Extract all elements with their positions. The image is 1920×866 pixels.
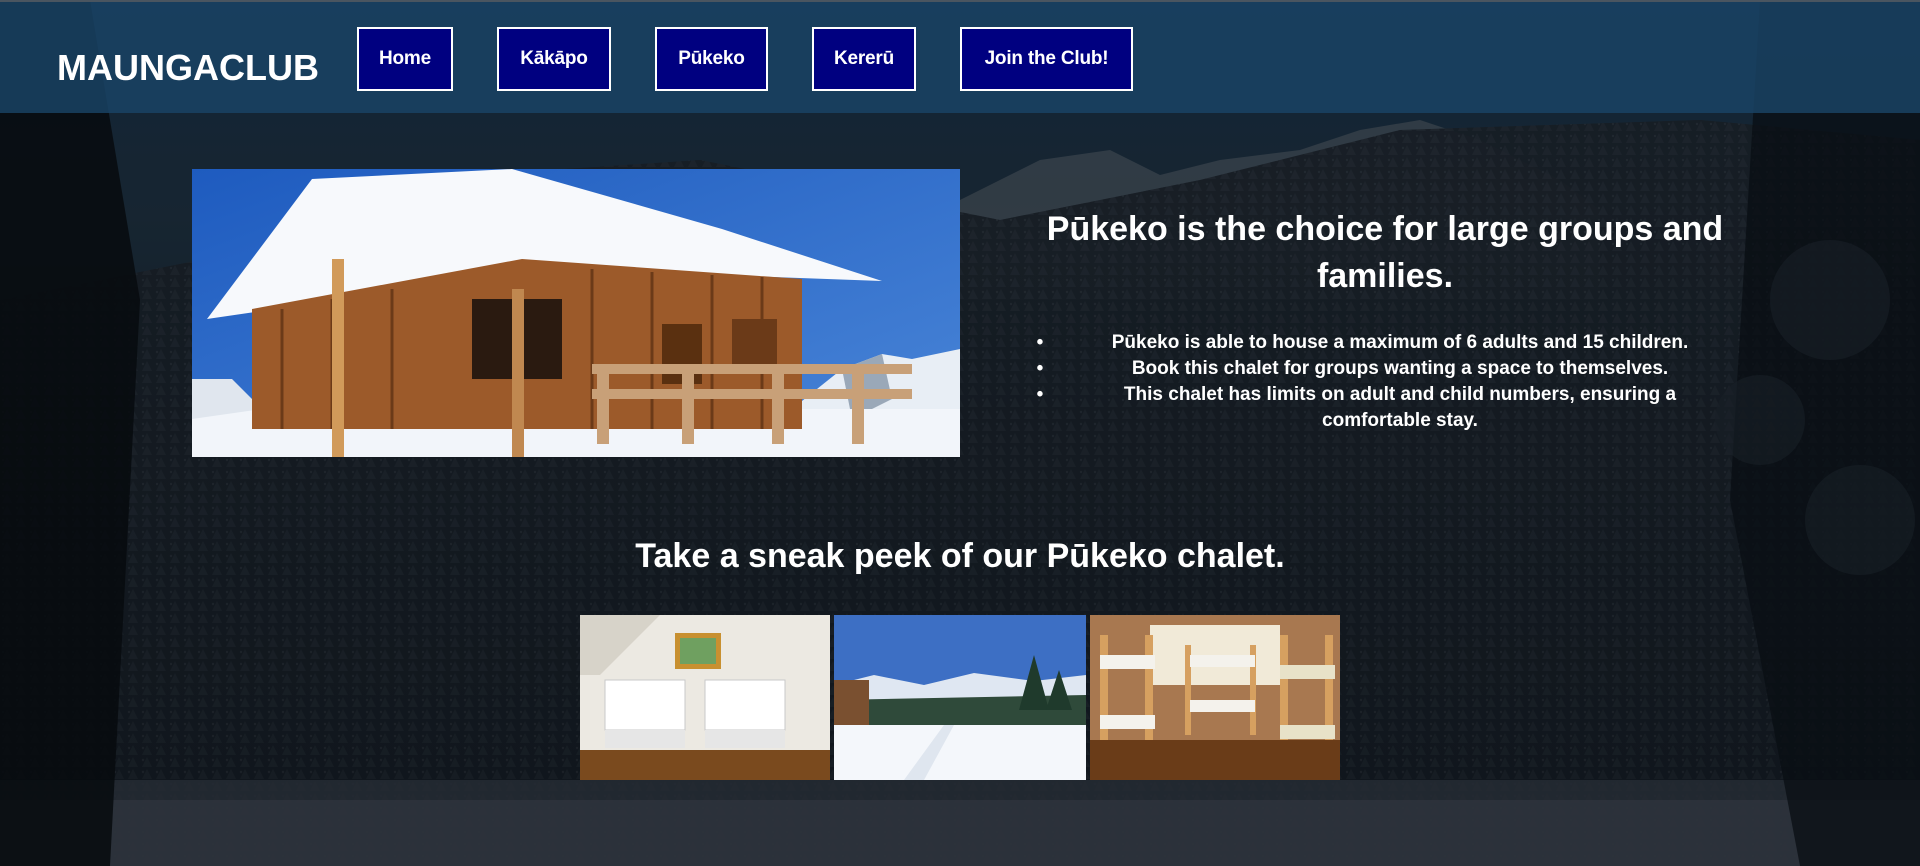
gallery-title: Take a sneak peek of our Pūkeko chalet. xyxy=(635,537,1285,575)
nav-kereru-label: Kererū xyxy=(833,48,895,69)
feature-list: • Pūkeko is able to house a maximum of 6… xyxy=(1030,330,1750,434)
nav-kereru-button[interactable]: Kererū xyxy=(812,27,916,91)
pukeko-headline: Pūkeko is the choice for large groups an… xyxy=(1046,210,1724,295)
nav-join-club-button[interactable]: Join the Club! xyxy=(960,27,1133,91)
nav-kakapo-label: Kākāpo xyxy=(520,48,588,69)
logo-text: MAUNGACLUB xyxy=(57,47,319,88)
list-item: • Book this chalet for groups wanting a … xyxy=(1030,356,1750,382)
gallery-image-bedroom xyxy=(580,615,830,780)
nav-kakapo-button[interactable]: Kākāpo xyxy=(497,27,611,91)
feature-text: Book this chalet for groups wanting a sp… xyxy=(1131,358,1669,379)
gallery-image-mountain-view xyxy=(834,615,1086,780)
nav-home-label: Home xyxy=(379,48,431,69)
nav-pukeko-button[interactable]: Pūkeko xyxy=(655,27,768,91)
list-item: • Pūkeko is able to house a maximum of 6… xyxy=(1030,330,1750,356)
chalet-hero-image xyxy=(192,169,960,457)
gallery-image-bunk-room xyxy=(1090,615,1340,780)
nav-pukeko-label: Pūkeko xyxy=(678,48,745,69)
bullet-icon: • xyxy=(1036,332,1044,353)
bullet-icon: • xyxy=(1036,384,1044,405)
maungaclub-logo[interactable]: MAUNGACLUB xyxy=(55,20,325,96)
nav-home-button[interactable]: Home xyxy=(357,27,453,91)
nav-join-club-label: Join the Club! xyxy=(984,48,1109,69)
list-item: • This chalet has limits on adult and ch… xyxy=(1030,382,1750,434)
bullet-icon: • xyxy=(1036,358,1044,379)
feature-text: This chalet has limits on adult and chil… xyxy=(1123,384,1677,431)
feature-text: Pūkeko is able to house a maximum of 6 a… xyxy=(1111,332,1689,353)
top-navigation-bar: MAUNGACLUB Home Kākāpo Pūkeko Kererū Joi… xyxy=(0,0,1920,113)
